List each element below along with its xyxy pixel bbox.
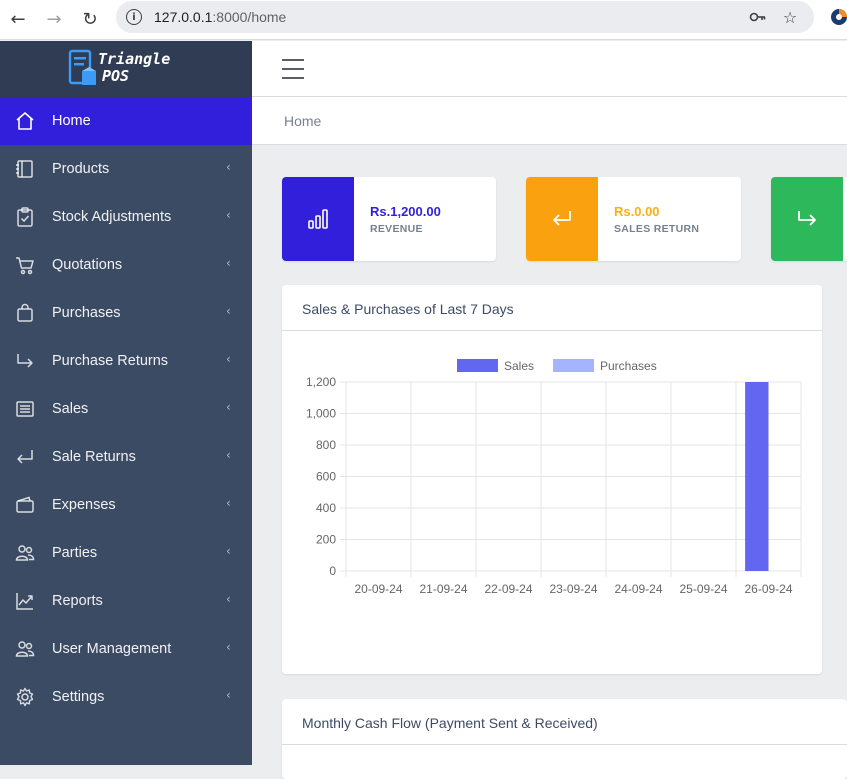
x-tick-label: 22-09-24 (484, 582, 532, 596)
clipboard-check-icon (17, 207, 33, 227)
chevron-left-icon: ‹ (226, 352, 231, 366)
legend-swatch (457, 359, 498, 372)
chevron-left-icon: ‹ (226, 256, 231, 270)
site-info-icon[interactable]: i (126, 9, 142, 25)
card-header: Sales & Purchases of Last 7 Days (282, 285, 822, 331)
sidebar: Triangle POS Home Products ‹ Stock Adjus… (0, 41, 252, 765)
sidebar-item-stock-adjustments[interactable]: Stock Adjustments ‹ (0, 193, 252, 241)
home-icon (16, 112, 34, 130)
wallet-icon (16, 496, 34, 513)
breadcrumb[interactable]: Home (284, 113, 321, 129)
receipt-icon (16, 401, 34, 417)
chevron-left-icon: ‹ (226, 160, 231, 174)
card-title: Monthly Cash Flow (Payment Sent & Receiv… (302, 715, 598, 731)
sidebar-item-expenses[interactable]: Expenses ‹ (0, 481, 252, 529)
top-header (252, 41, 847, 97)
arrow-return-left-icon (526, 177, 598, 261)
book-icon (16, 160, 33, 178)
reload-icon[interactable]: ↻ (79, 8, 101, 30)
y-tick-label: 800 (316, 438, 336, 452)
y-tick-label: 1,200 (306, 375, 336, 389)
back-arrow-icon[interactable]: ← (7, 8, 29, 30)
x-tick-label: 26-09-24 (744, 582, 792, 596)
chevron-left-icon: ‹ (226, 592, 231, 606)
sidebar-item-home[interactable]: Home (0, 97, 252, 145)
chevron-left-icon: ‹ (226, 304, 231, 318)
revenue-label: REVENUE (370, 223, 423, 235)
sales-return-widget: Rs.0.00 SALES RETURN (526, 177, 741, 261)
sales-purchases-chart: 0 200 400 600 800 1,000 1,200 20-09-24 21-09-24 2… (306, 359, 802, 596)
pos-logo-icon (68, 49, 96, 85)
graph-up-icon (16, 593, 33, 610)
legend-label: Purchases (600, 359, 657, 373)
arrow-return-right-icon (771, 177, 843, 261)
x-tick-label: 20-09-24 (354, 582, 402, 596)
card-header: Monthly Cash Flow (Payment Sent & Receiv… (282, 699, 847, 745)
brand-area[interactable]: Triangle POS (0, 41, 252, 97)
star-bookmark-icon[interactable]: ☆ (780, 7, 800, 27)
sales-purchases-card: Sales & Purchases of Last 7 Days 0 200 400… (282, 285, 822, 674)
x-tick-label: 23-09-24 (549, 582, 597, 596)
breadcrumb-bar: Home (252, 97, 847, 145)
chevron-left-icon: ‹ (226, 448, 231, 462)
monthly-cash-flow-card: Monthly Cash Flow (Payment Sent & Receiv… (282, 699, 847, 779)
sidebar-item-purchases[interactable]: Purchases ‹ (0, 289, 252, 337)
chevron-left-icon: ‹ (226, 208, 231, 222)
x-tick-label: 24-09-24 (614, 582, 662, 596)
sidebar-item-quotations[interactable]: Quotations ‹ (0, 241, 252, 289)
y-tick-label: 0 (329, 564, 336, 578)
people-icon (15, 641, 35, 657)
chevron-left-icon: ‹ (226, 544, 231, 558)
revenue-widget: Rs.1,200.00 REVENUE (282, 177, 496, 261)
arrow-return-left-icon (17, 450, 33, 464)
sidebar-item-user-management[interactable]: User Management ‹ (0, 625, 252, 673)
card-title: Sales & Purchases of Last 7 Days (302, 301, 514, 317)
extension-icon[interactable] (829, 7, 847, 27)
arrow-return-right-icon (17, 354, 33, 368)
bar-chart-icon (282, 177, 354, 261)
y-tick-label: 600 (316, 470, 336, 484)
chevron-left-icon: ‹ (226, 688, 231, 702)
y-tick-label: 400 (316, 501, 336, 515)
revenue-value: Rs.1,200.00 (370, 204, 441, 219)
bag-icon (17, 303, 33, 322)
key-icon[interactable] (748, 7, 768, 27)
x-tick-label: 21-09-24 (419, 582, 467, 596)
people-icon (15, 545, 35, 561)
sidebar-item-sale-returns[interactable]: Sale Returns ‹ (0, 433, 252, 481)
sidebar-item-parties[interactable]: Parties ‹ (0, 529, 252, 577)
brand-name: Triangle POS (98, 50, 171, 85)
purchase-return-widget (771, 177, 847, 261)
gear-icon (16, 687, 34, 707)
cart-icon (16, 257, 34, 275)
bar-sales (745, 382, 769, 571)
url-text[interactable]: 127.0.0.1:8000/home (154, 9, 286, 25)
forward-arrow-icon[interactable]: → (43, 8, 65, 30)
sidebar-item-sales[interactable]: Sales ‹ (0, 385, 252, 433)
sales-return-value: Rs.0.00 (614, 204, 660, 219)
legend-swatch (553, 359, 594, 372)
sidebar-item-purchase-returns[interactable]: Purchase Returns ‹ (0, 337, 252, 385)
sales-return-label: SALES RETURN (614, 223, 700, 235)
y-tick-label: 200 (316, 533, 336, 547)
hamburger-menu-icon[interactable] (282, 59, 304, 79)
address-bar[interactable]: i 127.0.0.1:8000/home ☆ (116, 1, 814, 33)
x-tick-label: 25-09-24 (679, 582, 727, 596)
sidebar-item-products[interactable]: Products ‹ (0, 145, 252, 193)
browser-toolbar: ← → ↻ i 127.0.0.1:8000/home ☆ (0, 0, 847, 40)
chevron-left-icon: ‹ (226, 640, 231, 654)
y-tick-label: 1,000 (306, 407, 336, 421)
chevron-left-icon: ‹ (226, 496, 231, 510)
chevron-left-icon: ‹ (226, 400, 231, 414)
legend-label: Sales (504, 359, 534, 373)
sidebar-item-settings[interactable]: Settings ‹ (0, 673, 252, 721)
sidebar-item-reports[interactable]: Reports ‹ (0, 577, 252, 625)
